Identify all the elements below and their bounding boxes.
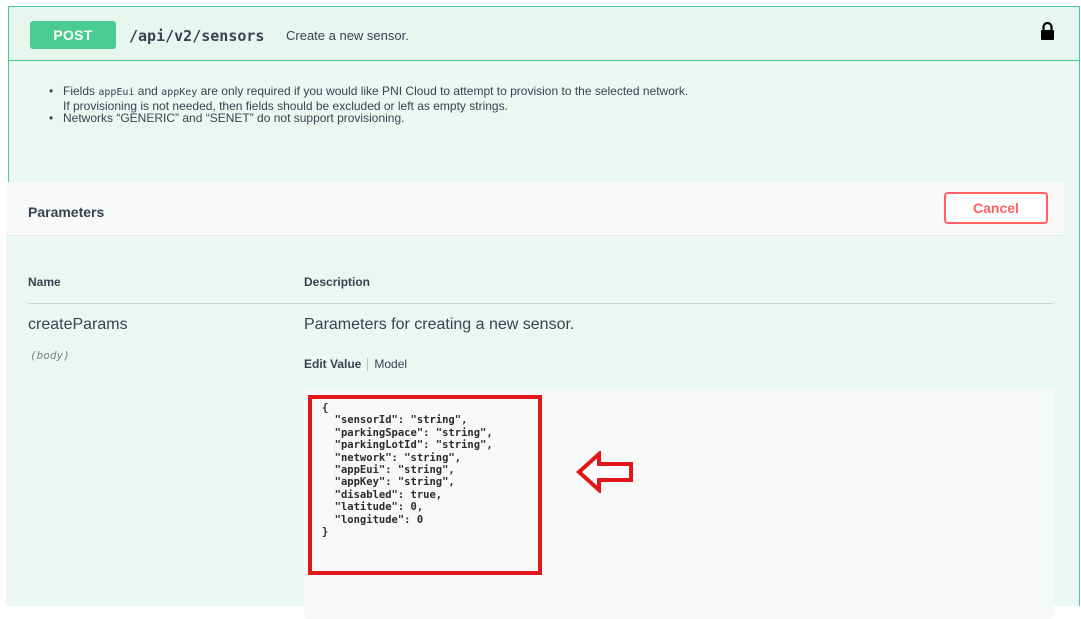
cancel-button[interactable]: Cancel (944, 192, 1048, 224)
lock-icon[interactable] (1040, 21, 1055, 41)
tab-separator (367, 358, 369, 372)
column-header-name: Name (28, 275, 61, 289)
parameters-title: Parameters (28, 204, 105, 220)
operation-summary-text: Create a new sensor. (286, 28, 409, 43)
header-divider (28, 303, 1053, 304)
operation-summary[interactable]: POST /api/v2/sensors Create a new sensor… (9, 7, 1079, 61)
parameters-header: Parameters Cancel (6, 182, 1064, 236)
inline-code: appKey (161, 87, 198, 98)
operation-path: /api/v2/sensors (129, 27, 265, 45)
tab-model[interactable]: Model (374, 357, 407, 371)
parameter-location: (body) (30, 349, 70, 362)
parameter-tabs: Edit Value Model (304, 357, 407, 372)
highlight-box (308, 395, 542, 575)
parameter-description: Parameters for creating a new sensor. (304, 316, 575, 333)
tab-edit-value[interactable]: Edit Value (304, 357, 361, 371)
description-item: Networks “GENERIC” and “SENET” do not su… (49, 112, 689, 125)
description-list: Fields appEui and appKey are only requir… (49, 85, 689, 125)
left-arrow-icon (576, 451, 633, 493)
inline-code: appEui (98, 87, 135, 98)
operation-description: Fields appEui and appKey are only requir… (9, 61, 1079, 189)
method-badge: POST (30, 21, 116, 49)
description-item: Fields appEui and appKey are only requir… (49, 85, 689, 112)
parameter-name: createParams (28, 316, 128, 333)
column-header-description: Description (304, 275, 371, 289)
